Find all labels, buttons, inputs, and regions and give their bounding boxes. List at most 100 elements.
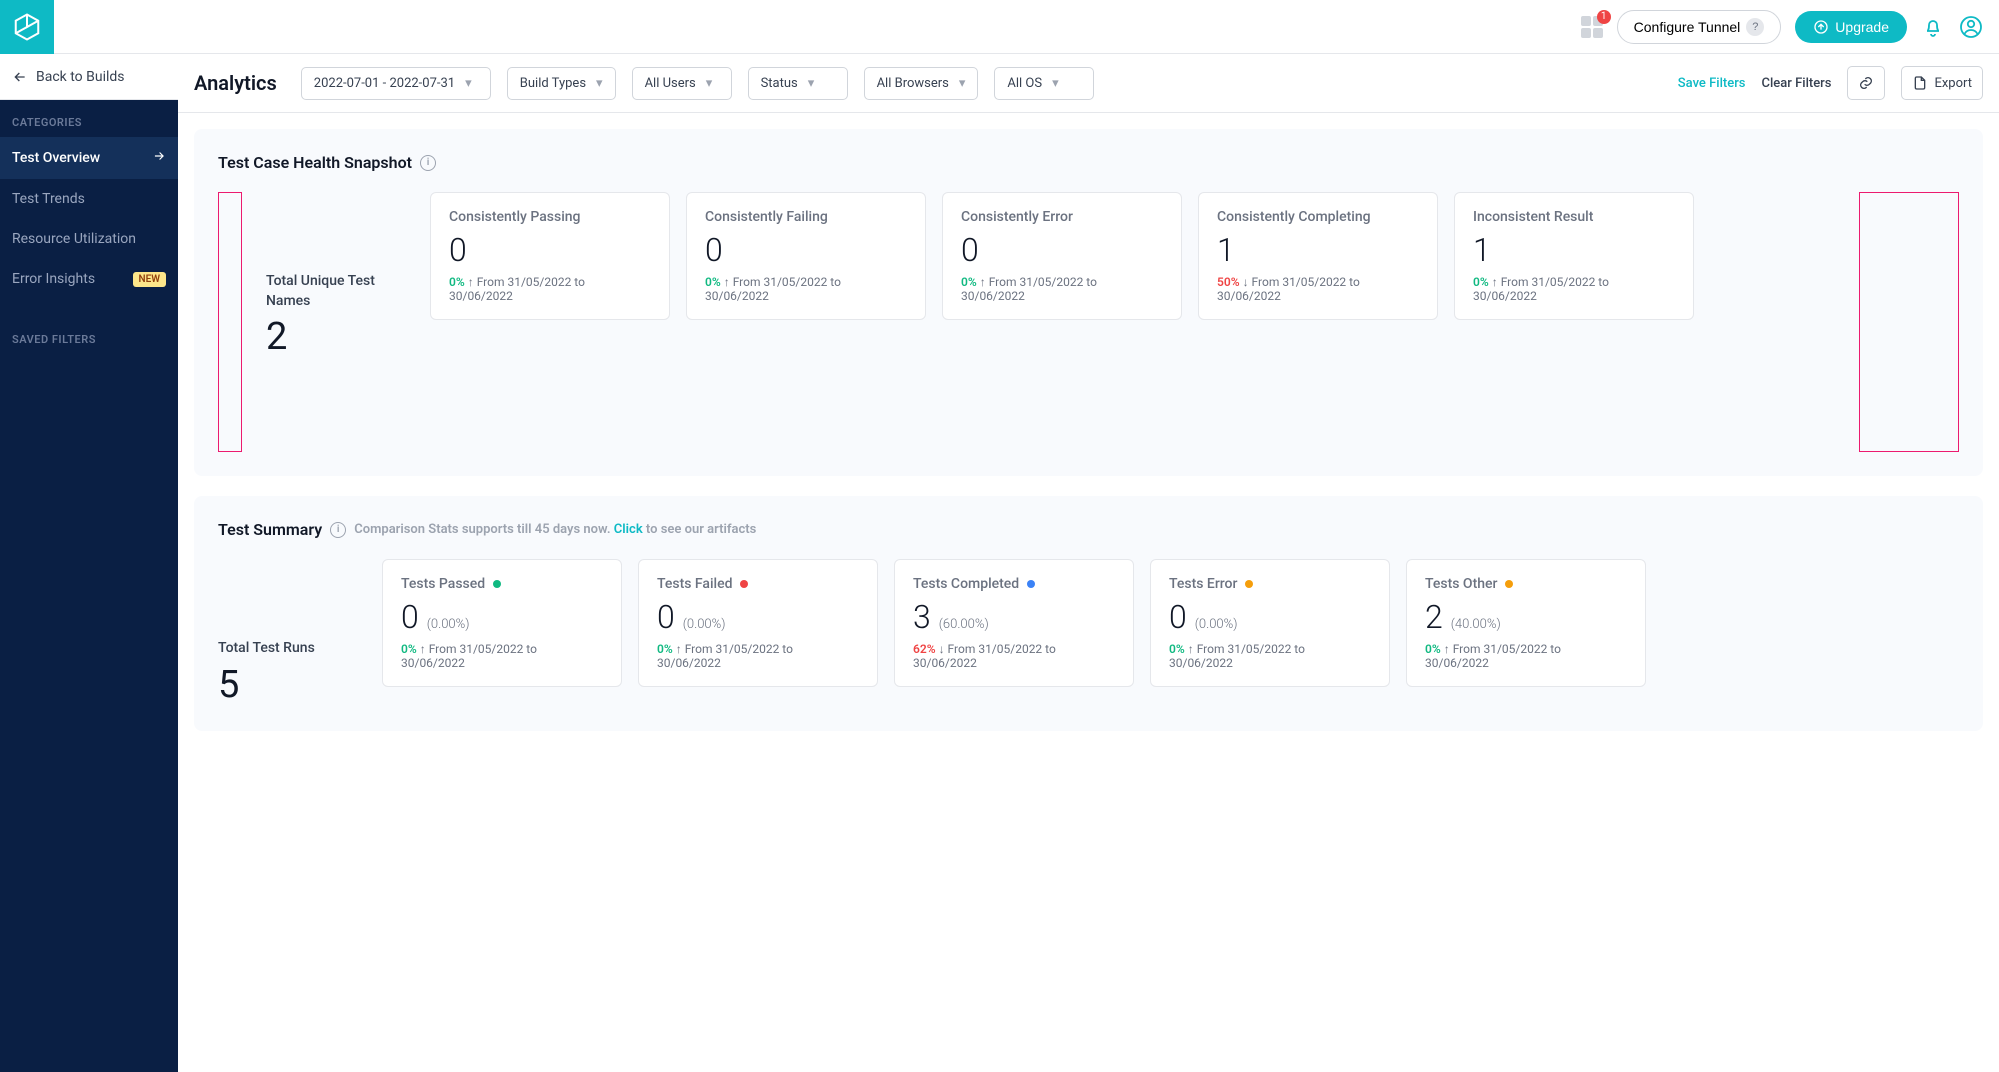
chevron-down-icon: ▾: [1052, 76, 1059, 91]
card-consistently-error[interactable]: Consistently Error 0 0% ↑ From 31/05/202…: [942, 192, 1182, 320]
build-types-dropdown[interactable]: Build Types ▾: [507, 67, 616, 100]
chevron-down-icon: ▾: [465, 76, 472, 91]
status-dot-icon: [493, 580, 501, 588]
user-avatar-icon[interactable]: [1959, 15, 1983, 39]
chevron-down-icon: ▾: [596, 76, 603, 91]
card-title: Tests Other: [1425, 576, 1627, 592]
card-value: 0: [705, 231, 907, 269]
info-icon[interactable]: i: [420, 155, 436, 171]
clear-filters-button[interactable]: Clear Filters: [1762, 76, 1832, 91]
card-consistently-failing[interactable]: Consistently Failing 0 0% ↑ From 31/05/2…: [686, 192, 926, 320]
card-delta: 0% ↑ From 31/05/2022 to 30/06/2022: [705, 275, 907, 303]
arrow-right-icon: [152, 149, 166, 167]
card-title: Tests Completed: [913, 576, 1115, 592]
snapshot-title: Test Case Health Snapshot: [218, 153, 412, 172]
arrow-up-icon: ↑: [980, 275, 986, 289]
card-delta: 0% ↑ From 31/05/2022 to 30/06/2022: [401, 642, 603, 670]
summary-total-block: Total Test Runs 5: [218, 559, 358, 707]
highlight-box-right: [1859, 192, 1959, 452]
categories-heading: CATEGORIES: [0, 100, 178, 137]
arrow-up-icon: ↑: [1444, 642, 1450, 656]
chevron-down-icon: ▾: [706, 76, 713, 91]
back-label: Back to Builds: [36, 69, 125, 85]
card-title: Consistently Failing: [705, 209, 907, 225]
status-dot-icon: [1505, 580, 1513, 588]
app-logo[interactable]: [0, 0, 54, 54]
summary-subtext: Comparison Stats supports till 45 days n…: [354, 522, 756, 537]
sidebar-item-test-overview[interactable]: Test Overview: [0, 137, 178, 179]
card-delta: 0% ↑ From 31/05/2022 to 30/06/2022: [1169, 642, 1371, 670]
card-title: Consistently Passing: [449, 209, 651, 225]
card-delta: 0% ↑ From 31/05/2022 to 30/06/2022: [449, 275, 651, 303]
summary-total-label: Total Test Runs: [218, 639, 358, 659]
card-delta: 62% ↓ From 31/05/2022 to 30/06/2022: [913, 642, 1115, 670]
card-delta: 0% ↑ From 31/05/2022 to 30/06/2022: [961, 275, 1163, 303]
link-icon: [1858, 75, 1874, 91]
status-dropdown[interactable]: Status ▾: [748, 67, 848, 100]
card-tests-failed[interactable]: Tests Failed 0(0.00%) 0% ↑ From 31/05/20…: [638, 559, 878, 687]
card-value: 3(60.00%): [913, 598, 1115, 636]
summary-cards: Tests Passed 0(0.00%) 0% ↑ From 31/05/20…: [382, 559, 1959, 707]
card-title: Inconsistent Result: [1473, 209, 1675, 225]
share-link-button[interactable]: [1847, 66, 1885, 100]
summary-click-link[interactable]: Click: [614, 522, 643, 537]
chevron-down-icon: ▾: [959, 76, 966, 91]
sidebar-item-test-trends[interactable]: Test Trends: [0, 179, 178, 219]
card-consistently-completing[interactable]: Consistently Completing 1 50% ↓ From 31/…: [1198, 192, 1438, 320]
status-dot-icon: [740, 580, 748, 588]
card-delta: 0% ↑ From 31/05/2022 to 30/06/2022: [1425, 642, 1627, 670]
card-title: Tests Failed: [657, 576, 859, 592]
apps-launcher-icon[interactable]: 1: [1581, 16, 1603, 38]
arrow-up-icon: ↑: [724, 275, 730, 289]
sidebar-item-error-insights[interactable]: Error Insights NEW: [0, 259, 178, 299]
snapshot-cards: Consistently Passing 0 0% ↑ From 31/05/2…: [430, 192, 1835, 452]
saved-filters-heading: SAVED FILTERS: [0, 317, 178, 354]
chevron-down-icon: ▾: [808, 76, 815, 91]
help-icon: ?: [1746, 18, 1764, 36]
card-value: 0(0.00%): [401, 598, 603, 636]
users-label: All Users: [645, 76, 696, 91]
configure-tunnel-button[interactable]: Configure Tunnel ?: [1617, 10, 1782, 44]
sidebar-item-label: Error Insights: [12, 271, 95, 287]
card-tests-error[interactable]: Tests Error 0(0.00%) 0% ↑ From 31/05/202…: [1150, 559, 1390, 687]
card-delta: 0% ↑ From 31/05/2022 to 30/06/2022: [657, 642, 859, 670]
logo-icon: [12, 12, 42, 42]
card-value: 0: [961, 231, 1163, 269]
snapshot-total-block: Total Unique Test Names 2: [266, 192, 406, 452]
status-dot-icon: [1245, 580, 1253, 588]
card-tests-passed[interactable]: Tests Passed 0(0.00%) 0% ↑ From 31/05/20…: [382, 559, 622, 687]
upgrade-label: Upgrade: [1835, 19, 1889, 35]
back-to-builds-link[interactable]: Back to Builds: [0, 54, 178, 100]
export-label: Export: [1934, 76, 1972, 91]
filter-toolbar: Analytics 2022-07-01 - 2022-07-31 ▾ Buil…: [178, 54, 1999, 113]
card-title: Tests Error: [1169, 576, 1371, 592]
apps-badge: 1: [1597, 10, 1611, 24]
page-title: Analytics: [194, 71, 277, 95]
card-title: Consistently Completing: [1217, 209, 1419, 225]
date-range-picker[interactable]: 2022-07-01 - 2022-07-31 ▾: [301, 67, 491, 100]
export-button[interactable]: Export: [1901, 66, 1983, 100]
arrow-down-icon: ↓: [939, 642, 945, 656]
card-delta: 0% ↑ From 31/05/2022 to 30/06/2022: [1473, 275, 1675, 303]
upgrade-icon: [1813, 19, 1829, 35]
os-label: All OS: [1007, 76, 1042, 91]
arrow-up-icon: ↑: [1188, 642, 1194, 656]
status-dot-icon: [1027, 580, 1035, 588]
card-inconsistent-result[interactable]: Inconsistent Result 1 0% ↑ From 31/05/20…: [1454, 192, 1694, 320]
card-value: 1: [1473, 231, 1675, 269]
card-consistently-passing[interactable]: Consistently Passing 0 0% ↑ From 31/05/2…: [430, 192, 670, 320]
notifications-icon[interactable]: [1921, 15, 1945, 39]
card-value: 0(0.00%): [1169, 598, 1371, 636]
os-dropdown[interactable]: All OS ▾: [994, 67, 1094, 100]
arrow-up-icon: ↑: [676, 642, 682, 656]
users-dropdown[interactable]: All Users ▾: [632, 67, 732, 100]
browsers-dropdown[interactable]: All Browsers ▾: [864, 67, 979, 100]
arrow-left-icon: [12, 69, 28, 85]
build-types-label: Build Types: [520, 76, 586, 91]
save-filters-button[interactable]: Save Filters: [1678, 76, 1746, 91]
card-tests-other[interactable]: Tests Other 2(40.00%) 0% ↑ From 31/05/20…: [1406, 559, 1646, 687]
card-tests-completed[interactable]: Tests Completed 3(60.00%) 62% ↓ From 31/…: [894, 559, 1134, 687]
sidebar-item-resource-utilization[interactable]: Resource Utilization: [0, 219, 178, 259]
info-icon[interactable]: i: [330, 522, 346, 538]
upgrade-button[interactable]: Upgrade: [1795, 11, 1907, 43]
